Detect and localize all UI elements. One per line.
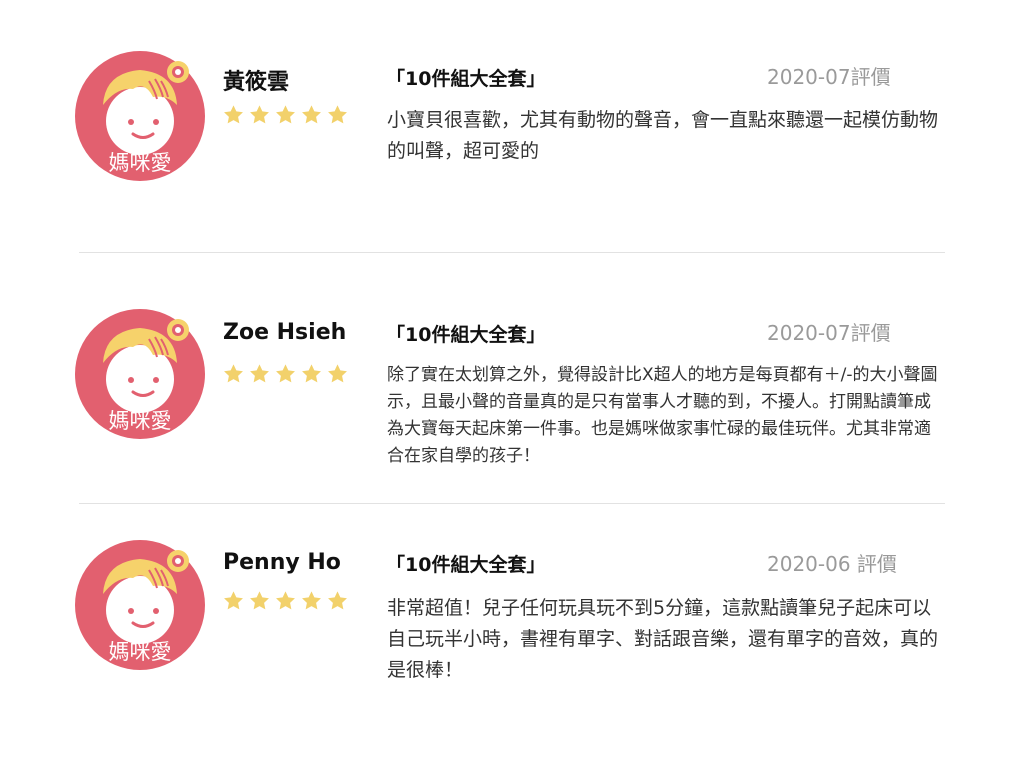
star-rating <box>222 104 349 126</box>
star-rating <box>222 590 349 612</box>
product-title: 「10件組大全套」 <box>386 324 546 346</box>
mommy-love-logo-icon: 媽咪愛 <box>75 309 205 439</box>
product-title: 「10件組大全套」 <box>386 68 546 90</box>
review-comment: 除了實在太划算之外，覺得設計比X超人的地方是每頁都有＋/-的大小聲圖示，且最小聲… <box>387 365 938 466</box>
reviewer-name: Penny Ho <box>223 550 341 575</box>
divider <box>79 503 945 504</box>
star-icon <box>276 105 295 124</box>
star-icon <box>224 105 243 124</box>
mommy-love-logo-icon: 媽咪愛 <box>75 540 205 670</box>
svg-text:媽咪愛: 媽咪愛 <box>109 640 172 664</box>
star-icon <box>328 105 347 124</box>
star-icon <box>250 105 269 124</box>
star-icon <box>276 364 295 383</box>
reviewer-name: Zoe Hsieh <box>223 320 347 345</box>
product-title: 「10件組大全套」 <box>386 554 546 576</box>
star-icon <box>224 591 243 610</box>
divider <box>79 252 945 253</box>
reviewer-avatar: 媽咪愛 <box>75 309 205 439</box>
star-icon <box>224 364 243 383</box>
reviewer-avatar: 媽咪愛 <box>75 51 205 181</box>
review-date: 2020-07評價 <box>767 65 891 89</box>
mommy-love-logo-icon: 媽咪愛 <box>75 51 205 181</box>
svg-text:媽咪愛: 媽咪愛 <box>109 151 172 175</box>
review-comment: 小寶貝很喜歡，尤其有動物的聲音，會一直點來聽還一起模仿動物的叫聲，超可愛的 <box>387 109 939 162</box>
star-icon <box>302 364 321 383</box>
review-comment: 非常超值！兒子任何玩具玩不到5分鐘，這款點讀筆兒子起床可以自己玩半小時，書裡有單… <box>387 597 939 681</box>
star-icon <box>276 591 295 610</box>
svg-text:媽咪愛: 媽咪愛 <box>109 409 172 433</box>
star-icon <box>302 105 321 124</box>
star-icon <box>250 364 269 383</box>
star-rating <box>222 363 349 385</box>
star-icon <box>250 591 269 610</box>
reviewer-avatar: 媽咪愛 <box>75 540 205 670</box>
star-icon <box>328 364 347 383</box>
review-date: 2020-06 評價 <box>767 552 897 576</box>
star-icon <box>302 591 321 610</box>
star-icon <box>328 591 347 610</box>
review-list: 媽咪愛 黃筱雲 「10件組大全套」 2020-07評價 小寶貝很喜歡，尤其有動物… <box>0 0 1024 768</box>
review-date: 2020-07評價 <box>767 321 891 345</box>
reviewer-name: 黃筱雲 <box>223 70 290 95</box>
